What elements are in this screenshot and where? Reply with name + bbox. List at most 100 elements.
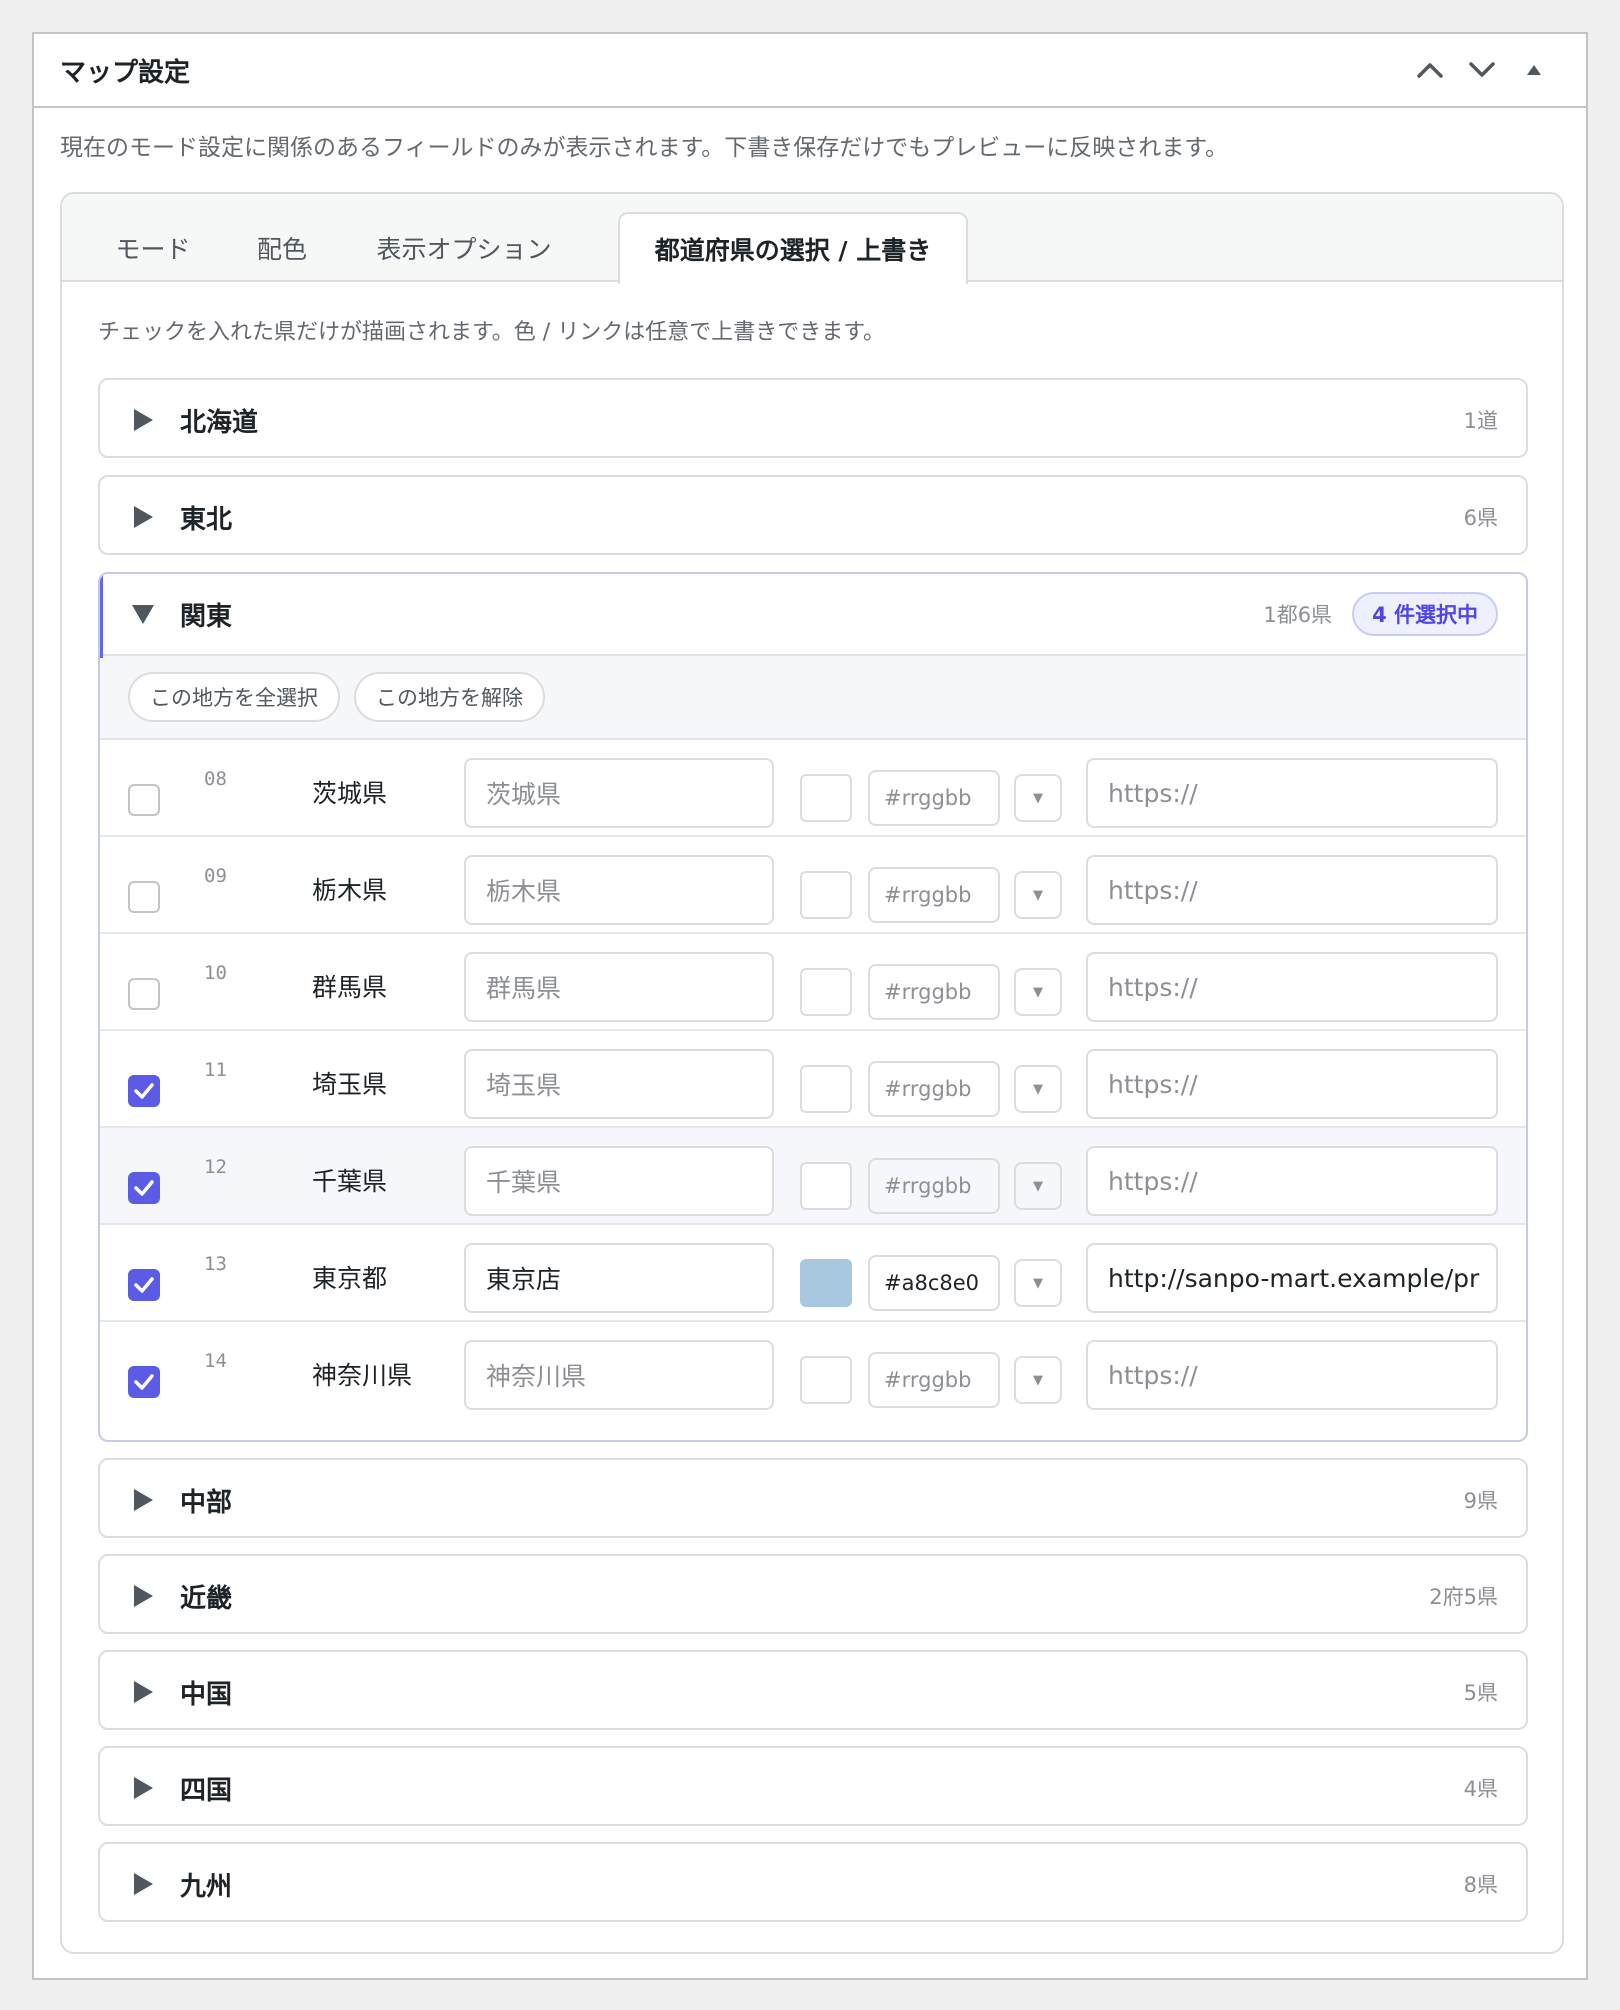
expand-triangle-icon <box>130 1775 156 1801</box>
color-swatch[interactable] <box>800 1162 852 1210</box>
region-chugoku[interactable]: 中国 5県 <box>98 1650 1528 1730</box>
expand-triangle-icon <box>130 1871 156 1897</box>
prefecture-checkbox[interactable] <box>128 1075 160 1107</box>
region-shikoku[interactable]: 四国 4県 <box>98 1746 1528 1826</box>
tab-note: チェックを入れた県だけが描画されます。色 / リンクは任意で上書きできます。 <box>98 320 886 345</box>
label-input[interactable]: 栃木県 <box>464 855 774 925</box>
link-url-input[interactable]: https:// <box>1086 1146 1498 1216</box>
move-down-button[interactable] <box>1456 44 1508 96</box>
region-kyushu[interactable]: 九州 8県 <box>98 1842 1528 1922</box>
postbox-description: 現在のモード設定に関係のあるフィールドのみが表示されます。下書き保存だけでもプレ… <box>60 135 1228 161</box>
link-url-input[interactable]: http://sanpo-mart.example/pr <box>1086 1243 1498 1313</box>
region-hokkaido[interactable]: 北海道 1道 <box>98 378 1528 458</box>
label-input[interactable]: 東京店 <box>464 1243 774 1313</box>
hex-color-input[interactable]: #a8c8e0 <box>868 1255 1000 1311</box>
toggle-panel-button[interactable] <box>1508 44 1560 96</box>
color-dropdown-button[interactable]: ▼ <box>1014 1162 1062 1210</box>
color-dropdown-button[interactable]: ▼ <box>1014 1065 1062 1113</box>
color-dropdown-button[interactable]: ▼ <box>1014 1356 1062 1404</box>
color-swatch[interactable] <box>800 1065 852 1113</box>
region-kinki[interactable]: 近畿 2府5県 <box>98 1554 1528 1634</box>
prefecture-name: 千葉県 <box>312 1167 388 1196</box>
link-url-input[interactable]: https:// <box>1086 758 1498 828</box>
prefecture-code: 13 <box>204 1253 227 1275</box>
region-count: 5県 <box>1463 1681 1498 1705</box>
prefecture-code: 10 <box>204 962 227 984</box>
chevron-down-icon <box>1469 62 1495 77</box>
hex-color-input[interactable]: #rrggbb <box>868 964 1000 1020</box>
color-swatch[interactable] <box>800 871 852 919</box>
prefecture-name: 東京都 <box>312 1264 388 1293</box>
color-dropdown-button[interactable]: ▼ <box>1014 968 1062 1016</box>
label-input[interactable]: 神奈川県 <box>464 1340 774 1410</box>
link-url-input[interactable]: https:// <box>1086 855 1498 925</box>
prefecture-checkbox[interactable] <box>128 784 160 816</box>
color-swatch[interactable] <box>800 1259 852 1307</box>
dropdown-arrow-icon: ▼ <box>1033 1081 1043 1097</box>
prefecture-name: 茨城県 <box>312 779 388 808</box>
color-dropdown-button[interactable]: ▼ <box>1014 774 1062 822</box>
color-dropdown-button[interactable]: ▼ <box>1014 1259 1062 1307</box>
hex-color-input[interactable]: #rrggbb <box>868 770 1000 826</box>
color-swatch[interactable] <box>800 968 852 1016</box>
region-kanto-header[interactable]: 関東 1都6県 4 件選択中 <box>100 574 1526 654</box>
region-tohoku[interactable]: 東北 6県 <box>98 475 1528 555</box>
checkmark-icon <box>134 1277 154 1293</box>
prefecture-checkbox[interactable] <box>128 881 160 913</box>
prefecture-code: 09 <box>204 865 227 887</box>
hex-color-input[interactable]: #rrggbb <box>868 1158 1000 1214</box>
region-name: 四国 <box>180 1775 233 1806</box>
label-input[interactable]: 茨城県 <box>464 758 774 828</box>
hex-color-input[interactable]: #rrggbb <box>868 1352 1000 1408</box>
prefecture-code: 11 <box>204 1059 227 1081</box>
label-input[interactable]: 埼玉県 <box>464 1049 774 1119</box>
region-kanto: 関東 1都6県 4 件選択中 この地方を全選択 この地方を解除 08 茨城県 茨城県… <box>98 572 1528 1442</box>
move-up-button[interactable] <box>1404 44 1456 96</box>
selected-count-badge: 4 件選択中 <box>1352 592 1498 636</box>
color-swatch[interactable] <box>800 774 852 822</box>
tab-mode[interactable]: モード <box>92 214 214 282</box>
prefecture-row: 12 千葉県 千葉県 #rrggbb ▼ https:// <box>100 1128 1526 1225</box>
postbox-header: マップ設定 <box>34 34 1586 108</box>
color-swatch[interactable] <box>800 1356 852 1404</box>
prefecture-name: 神奈川県 <box>312 1361 413 1390</box>
dropdown-arrow-icon: ▼ <box>1033 1275 1043 1291</box>
prefecture-name: 群馬県 <box>312 973 388 1002</box>
prefecture-code: 08 <box>204 768 227 790</box>
prefecture-row: 08 茨城県 茨城県 #rrggbb ▼ https:// <box>100 740 1526 837</box>
tab-colors[interactable]: 配色 <box>232 214 332 282</box>
prefecture-row: 11 埼玉県 埼玉県 #rrggbb ▼ https:// <box>100 1031 1526 1128</box>
link-url-input[interactable]: https:// <box>1086 1049 1498 1119</box>
region-count: 8県 <box>1463 1873 1498 1897</box>
link-url-input[interactable]: https:// <box>1086 1340 1498 1410</box>
dropdown-arrow-icon: ▼ <box>1033 1372 1043 1388</box>
link-url-input[interactable]: https:// <box>1086 952 1498 1022</box>
clear-region-button[interactable]: この地方を解除 <box>354 672 545 722</box>
dropdown-arrow-icon: ▼ <box>1033 1178 1043 1194</box>
hex-color-input[interactable]: #rrggbb <box>868 1061 1000 1117</box>
chevron-up-icon <box>1417 63 1443 78</box>
tab-prefecture-select[interactable]: 都道府県の選択 / 上書き <box>618 212 968 284</box>
collapse-triangle-icon <box>130 601 156 627</box>
prefecture-checkbox[interactable] <box>128 1269 160 1301</box>
region-count: 4県 <box>1463 1777 1498 1801</box>
prefecture-checkbox[interactable] <box>128 978 160 1010</box>
prefecture-checkbox[interactable] <box>128 1366 160 1398</box>
region-name: 中国 <box>180 1679 233 1710</box>
color-dropdown-button[interactable]: ▼ <box>1014 871 1062 919</box>
tab-display-options[interactable]: 表示オプション <box>352 214 576 282</box>
region-count: 1都6県 <box>1263 603 1333 627</box>
dropdown-arrow-icon: ▼ <box>1033 790 1043 806</box>
prefecture-row: 10 群馬県 群馬県 #rrggbb ▼ https:// <box>100 934 1526 1031</box>
label-input[interactable]: 群馬県 <box>464 952 774 1022</box>
region-count: 2府5県 <box>1429 1585 1498 1609</box>
dropdown-arrow-icon: ▼ <box>1033 984 1043 1000</box>
prefecture-row: 13 東京都 東京店 #a8c8e0 ▼ http://sanpo-mart.exampl… <box>100 1225 1526 1322</box>
postbox-title: マップ設定 <box>60 57 191 88</box>
region-chubu[interactable]: 中部 9県 <box>98 1458 1528 1538</box>
label-input[interactable]: 千葉県 <box>464 1146 774 1216</box>
prefecture-checkbox[interactable] <box>128 1172 160 1204</box>
select-all-button[interactable]: この地方を全選択 <box>128 672 340 722</box>
hex-color-input[interactable]: #rrggbb <box>868 867 1000 923</box>
region-name: 北海道 <box>180 407 259 438</box>
